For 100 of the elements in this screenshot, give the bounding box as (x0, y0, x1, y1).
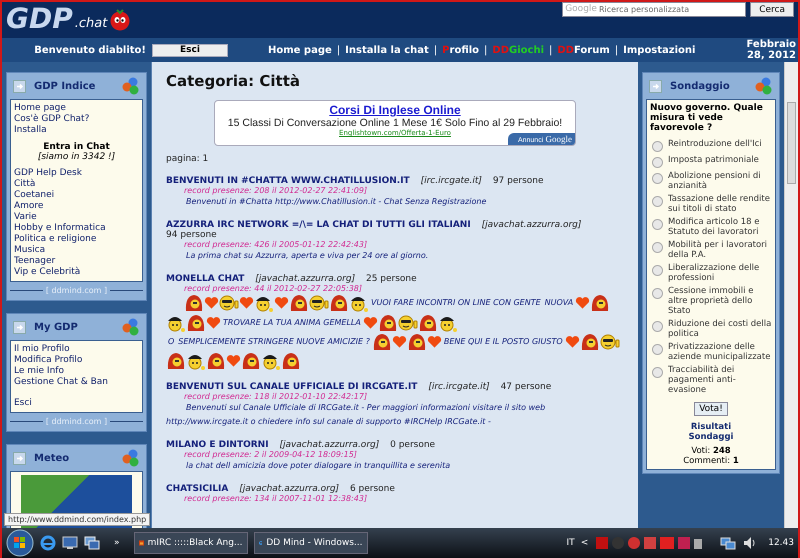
sidebar-link[interactable]: Modifica Profilo (14, 355, 139, 366)
sidebar-link[interactable]: Gestione Chat & Ban (14, 377, 139, 388)
sidebar-link[interactable]: Politica e religione (14, 234, 139, 245)
overflow-button[interactable]: » (114, 538, 120, 548)
user-count: 0 persone (390, 440, 436, 450)
description-text: Benvenuti sul Canale Ufficiale di IRCGate.it - Per maggiori informazioni visitare il sito web http://www.ircgate.it o chiedere info sul canale di supporto #IRCHelp IRCGate.it - (166, 403, 546, 426)
radio-button[interactable] (652, 344, 663, 355)
separator-text: | (434, 44, 438, 56)
chat-name-link[interactable]: CHATSICILIA (166, 484, 228, 494)
radio-button[interactable] (652, 242, 663, 253)
chat-name-link[interactable]: MONELLA CHAT (166, 274, 244, 284)
sidebar-link[interactable]: Città (14, 179, 139, 190)
desktop-icon[interactable] (62, 536, 78, 550)
nav-link[interactable]: Home page (268, 44, 332, 56)
radio-button[interactable] (652, 157, 663, 168)
sidebar-link[interactable]: Vip e Celebrità (14, 267, 139, 278)
long-hair-face-icon (372, 333, 392, 351)
poll-option[interactable]: Tracciabilità dei pagamenti anti-evasione (668, 365, 772, 395)
results-link[interactable]: Risultati Sondaggi (676, 422, 746, 442)
sidebar-link[interactable]: Hobby e Informatica (14, 223, 139, 234)
taskbar-button[interactable]: DD Mind - Windows... (254, 532, 368, 554)
sidebar-link[interactable]: Home page (14, 103, 139, 114)
long-hair-face-icon (241, 352, 261, 370)
chat-name-link[interactable]: BENVENUTI IN #CHATTA WWW.CHATILLUSION.IT (166, 176, 410, 186)
footer-text: [ ddmind.com ] (46, 417, 108, 426)
scrollbar[interactable] (784, 62, 798, 528)
long-hair-face-icon (406, 333, 427, 351)
poll-option[interactable]: Cessione immobili e altre proprietà dello Stato (668, 286, 772, 316)
separator-text: | (549, 44, 552, 56)
poll-option[interactable]: Imposta patrimoniale (668, 155, 759, 165)
sidebar-link[interactable]: Coetanei (14, 190, 139, 201)
description-text: BENE QUI E IL POSTO GIUSTO (444, 337, 563, 346)
radio-button[interactable] (652, 265, 663, 276)
poll-option[interactable]: Mobilità per i lavoratori della P.A. (668, 240, 772, 260)
poll-option[interactable]: Riduzione dei costi della politica (668, 319, 772, 339)
sidebar-link[interactable]: Varie (14, 212, 139, 223)
site-logo[interactable]: GDP.chat (6, 2, 132, 35)
poll-option[interactable]: Privatizzazione delle aziende municipalizzate (668, 342, 772, 362)
poll-option[interactable]: Reintroduzione dell'Ici (668, 139, 762, 149)
ad-title-link[interactable]: Corsi Di Inglese Online (329, 103, 461, 117)
sidebar-link[interactable]: Esci (14, 398, 139, 409)
poll-option[interactable]: Tassazione delle rendite sui titoli di stato (668, 194, 772, 214)
nav-link[interactable]: DDForum (557, 44, 610, 56)
description-text: SEMPLICEMENTE STRINGERE NUOVE AMICIZIE ? (178, 337, 370, 346)
radio-button[interactable] (652, 288, 663, 299)
logout-button[interactable]: Esci (152, 44, 228, 56)
description-text: TROVARE LA TUA ANIMA GEMELLA (223, 318, 361, 328)
nav-link[interactable]: DDGiochi (492, 44, 544, 56)
poll-option[interactable]: Abolizione pensioni di anzianità (668, 171, 772, 191)
radio-button[interactable] (652, 367, 663, 378)
server-text: [javachat.azzurra.org] (279, 440, 380, 450)
radio-button[interactable] (652, 196, 663, 207)
user-count: 47 persone (500, 382, 552, 392)
language-indicator[interactable]: IT (566, 538, 575, 548)
sidebar-link[interactable]: GDP Help Desk (14, 168, 139, 179)
start-button[interactable] (6, 529, 34, 557)
sidebar-link[interactable]: Installa (14, 125, 139, 136)
separator-text: | (484, 44, 488, 56)
chat-name-link[interactable]: MILANO E DINTORNI (166, 440, 269, 450)
radio-button[interactable] (652, 141, 663, 152)
chat-name-link[interactable]: AZZURRA IRC NETWORK =/\= LA CHAT DI TUTTI GLI ITALIANI (166, 220, 471, 230)
sidebar-link[interactable]: Le mie Info (14, 366, 139, 377)
user-count: 94 persone (166, 230, 217, 240)
heart-icon (204, 296, 219, 310)
taskbar-button[interactable]: mIRC :::::Black Ang... (134, 532, 248, 554)
clock[interactable]: 12.43 (768, 538, 794, 548)
sidebar-link[interactable]: Musica (14, 245, 139, 256)
nav-link[interactable]: Profilo (442, 44, 480, 56)
balloons-icon (755, 77, 773, 95)
windows-switch-icon[interactable] (84, 536, 100, 550)
description-text: La prima chat su Azzurra, aperta e viva per 24 ore al giorno. (186, 251, 428, 260)
poll-option[interactable]: Liberalizzazione delle professioni (668, 263, 772, 283)
nav-link[interactable]: Impostazioni (623, 44, 696, 56)
ad-text: 15 Classi Di Conversazione Online 1 Mese 1€ Solo Fino al 29 Febbraio! (228, 117, 562, 129)
sidebar-link[interactable]: Teenager (14, 256, 139, 267)
long-hair-face-icon (289, 294, 309, 312)
heart-icon (274, 296, 289, 310)
welcome-text: Benvenuto diablito! (33, 44, 147, 56)
vote-button[interactable]: Vota! (694, 402, 728, 416)
sidebar-link[interactable]: Amore (14, 201, 139, 212)
long-hair-face-icon (281, 352, 301, 370)
search-button[interactable]: Cerca (750, 2, 794, 17)
description-text: la chat dell amicizia dove poter dialogare in tranquillita e serenita (186, 461, 450, 470)
tray-expand-button[interactable]: < (580, 538, 588, 548)
nav-link[interactable]: Installa la chat (345, 44, 429, 56)
balloons-icon (122, 318, 140, 336)
poll-option[interactable]: Modifica articolo 18 e Statuto dei lavoratori (668, 217, 772, 237)
heart-icon (362, 316, 378, 330)
chat-name-link[interactable]: BENVENUTI SUL CANALE UFFICIALE DI IRCGATE.IT (166, 382, 418, 392)
page-heading: Categoria: Città (166, 72, 302, 90)
long-hair-face-icon (206, 352, 226, 370)
box-title: My GDP (34, 322, 79, 332)
description-text: Benvenuti in #Chatta http://www.Chatillusion.it - Chat Senza Registrazione (186, 197, 486, 206)
sidebar-link[interactable]: Cos'è GDP Chat? (14, 114, 139, 125)
radio-button[interactable] (652, 219, 663, 230)
radio-button[interactable] (652, 321, 663, 332)
browser-icon[interactable] (40, 535, 56, 551)
sidebar-link[interactable]: Il mio Profilo (14, 344, 139, 355)
radio-button[interactable] (652, 173, 663, 184)
network-icon[interactable] (720, 535, 736, 551)
